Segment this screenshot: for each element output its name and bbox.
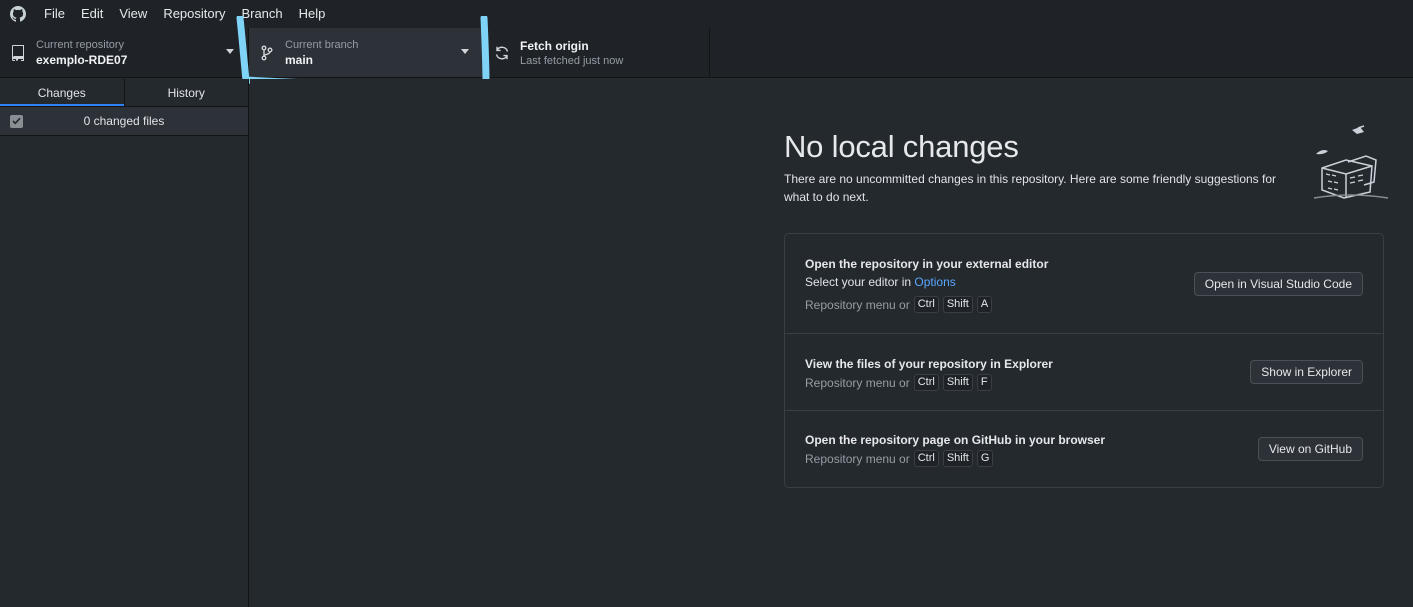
action-show-in-explorer: View the files of your repository in Exp… [785,334,1383,411]
page-description: There are no uncommitted changes in this… [784,172,1277,204]
action-title: Open the repository in your external edi… [805,257,1049,271]
suggested-actions-panel: Open the repository in your external edi… [784,233,1384,488]
menu-branch[interactable]: Branch [233,0,290,28]
key-ctrl: Ctrl [913,450,939,467]
action-open-in-editor: Open the repository in your external edi… [785,234,1383,334]
main-content: No local changes There are no uncommitte… [250,79,1413,607]
action-view-on-github: Open the repository page on GitHub in yo… [785,411,1383,487]
current-repository-button[interactable]: Current repository exemplo-RDE07 [0,28,249,77]
open-in-vscode-button[interactable]: Open in Visual Studio Code [1193,272,1363,296]
menu-help[interactable]: Help [291,0,334,28]
tab-history[interactable]: History [123,79,249,106]
shortcut-prefix: Repository menu or [805,451,910,466]
menu-bar: File Edit View Repository Branch Help [0,0,1413,28]
key-shift: Shift [942,296,973,313]
key-ctrl: Ctrl [913,374,939,391]
sidebar-tabs: Changes History [0,79,248,107]
current-branch-button[interactable]: Current branch main [249,28,484,77]
key-a: A [976,296,993,313]
action-title: View the files of your repository in Exp… [805,357,1053,371]
shortcut-prefix: Repository menu or [805,297,910,312]
key-ctrl: Ctrl [913,296,939,313]
key-shift: Shift [942,450,973,467]
tab-changes[interactable]: Changes [0,79,124,106]
current-repository-name: exemplo-RDE07 [36,52,128,67]
changes-list-header: 0 changed files [0,107,248,136]
repository-icon [10,44,26,61]
show-in-explorer-button[interactable]: Show in Explorer [1250,360,1363,384]
empty-state-illustration-icon [1313,125,1389,199]
shortcut-prefix: Repository menu or [805,375,910,390]
action-title: Open the repository page on GitHub in yo… [805,433,1106,447]
sync-icon [494,45,510,61]
chevron-down-icon [226,49,234,54]
keyboard-shortcut: Repository menu or Ctrl Shift G [805,450,994,467]
menu-edit[interactable]: Edit [73,0,111,28]
changed-files-count: 0 changed files [83,114,165,128]
key-f: F [976,374,992,391]
toolbar: Current repository exemplo-RDE07 Current… [0,28,1413,78]
key-g: G [976,450,994,467]
keyboard-shortcut: Repository menu or Ctrl Shift A [805,296,993,313]
last-fetched-text: Last fetched just now [520,54,624,67]
fetch-origin-label: Fetch origin [520,38,589,53]
menu-file[interactable]: File [36,0,73,28]
keyboard-shortcut: Repository menu or Ctrl Shift F [805,374,992,391]
key-shift: Shift [942,374,973,391]
branch-icon [259,45,275,61]
action-subtitle: Select your editor in Options [805,275,956,289]
menu-view[interactable]: View [111,0,155,28]
options-link[interactable]: Options [914,275,955,289]
action-subtitle-text: Select your editor in [805,275,915,289]
current-branch-label: Current branch [285,38,359,51]
fetch-origin-button[interactable]: Fetch origin Last fetched just now [484,28,710,77]
view-on-github-button[interactable]: View on GitHub [1257,437,1363,461]
github-logo-icon [0,0,36,28]
current-repository-label: Current repository [36,38,125,51]
sidebar: Changes History 0 changed files [0,79,249,607]
menu-repository[interactable]: Repository [155,0,233,28]
page-title: No local changes [784,129,1019,164]
current-branch-name: main [285,52,314,67]
chevron-down-icon [461,49,469,54]
